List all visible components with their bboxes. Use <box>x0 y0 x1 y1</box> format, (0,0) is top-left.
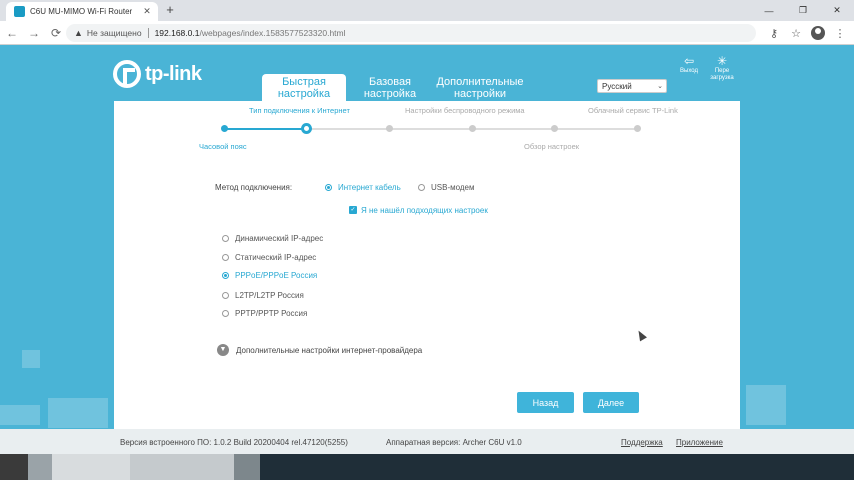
tab-advanced[interactable]: Дополнительные настройки <box>432 74 528 101</box>
taskbar-segment <box>234 454 260 480</box>
url-path: /webpages/index.1583577523320.html <box>199 28 346 38</box>
taskbar-segment <box>28 454 52 480</box>
step-label-cloud: Облачный сервис TP-Link <box>588 106 678 115</box>
connection-method-label: Метод подключения: <box>215 183 293 192</box>
step-dot <box>386 125 393 132</box>
app-link[interactable]: Приложение <box>676 438 723 447</box>
option-l2tp[interactable]: L2TP/L2TP Россия <box>235 291 304 300</box>
taskbar <box>0 454 854 480</box>
address-bar[interactable]: ▲ Не защищено 192.168.0.1/webpages/index… <box>66 24 756 42</box>
expand-advanced-icon[interactable]: ▼ <box>217 344 229 356</box>
logo-text: tp-link <box>145 62 202 85</box>
star-icon[interactable]: ☆ <box>788 24 804 42</box>
no-settings-label[interactable]: Я не нашёл подходящих настроек <box>361 206 488 215</box>
browser-tab[interactable]: C6U MU-MIMO Wi-Fi Router ✕ <box>6 2 158 21</box>
logout-label: Выход <box>680 68 698 74</box>
step-label-timezone: Часовой пояс <box>199 142 247 151</box>
step-dot <box>551 125 558 132</box>
option-usb-modem[interactable]: USB-модем <box>431 183 475 192</box>
tplink-favicon-icon <box>14 6 25 17</box>
step-dot-timezone[interactable] <box>221 125 228 132</box>
tplink-logo-icon <box>113 60 141 88</box>
option-dynamic-ip[interactable]: Динамический IP-адрес <box>235 234 323 243</box>
window-controls: — ❐ ✕ <box>752 0 854 21</box>
hardware-version: Аппаратная версия: Archer C6U v1.0 <box>386 438 522 447</box>
tab-basic[interactable]: Базовая настройка <box>352 74 428 101</box>
url-host: 192.168.0.1 <box>154 28 200 38</box>
next-button[interactable]: Далее <box>583 392 639 413</box>
profile-avatar[interactable] <box>810 24 826 42</box>
minimize-button[interactable]: — <box>752 0 786 21</box>
step-label-summary: Обзор настроек <box>524 142 580 151</box>
address-divider <box>147 28 149 38</box>
key-icon[interactable]: ⚷ <box>766 24 782 42</box>
close-tab-icon[interactable]: ✕ <box>140 6 154 17</box>
browser-tab-bar: C6U MU-MIMO Wi-Fi Router ✕ + — ❐ ✕ <box>0 0 854 21</box>
back-button[interactable]: Назад <box>517 392 574 413</box>
decor-square <box>22 350 40 368</box>
not-secure-label: Не защищено <box>86 28 142 38</box>
reboot-label: Пере загрузка <box>710 68 734 81</box>
step-dot-connection-type[interactable] <box>301 123 312 134</box>
tplink-logo: tp-link <box>113 60 202 88</box>
logout-button[interactable]: ⇦ Выход <box>674 55 704 75</box>
checkbox-no-settings[interactable]: ✓ <box>349 206 357 214</box>
reboot-button[interactable]: ✳ Пере загрузка <box>707 55 737 82</box>
reload-icon[interactable]: ⟳ <box>46 23 66 43</box>
restore-button[interactable]: ❐ <box>786 0 820 21</box>
router-footer: Версия встроенного ПО: 1.0.2 Build 20200… <box>0 429 854 454</box>
taskbar-segment <box>0 454 28 480</box>
decor-square <box>0 405 40 425</box>
avatar-icon <box>811 26 825 40</box>
chevron-down-icon: ⌄ <box>657 83 663 90</box>
tab-label: Базовая настройка <box>363 75 417 100</box>
tab-label: Дополнительные настройки <box>436 75 524 100</box>
radio-dynamic-ip[interactable] <box>222 235 229 242</box>
close-window-button[interactable]: ✕ <box>820 0 854 21</box>
reboot-icon: ✳ <box>716 54 728 68</box>
advanced-isp-settings-link[interactable]: Дополнительные настройки интернет-провай… <box>236 346 422 355</box>
warning-icon: ▲ <box>74 28 83 38</box>
support-link[interactable]: Поддержка <box>621 438 663 447</box>
forward-arrow-icon[interactable]: → <box>24 23 44 43</box>
option-internet-cable[interactable]: Интернет кабель <box>338 183 401 192</box>
step-label-connection-type: Тип подключения к Интернет <box>249 106 350 115</box>
taskbar-segment <box>52 454 130 480</box>
logout-icon: ⇦ <box>683 54 695 68</box>
browser-toolbar: ← → ⟳ ▲ Не защищено 192.168.0.1/webpages… <box>0 21 854 45</box>
tab-title: C6U MU-MIMO Wi-Fi Router <box>30 7 133 16</box>
firmware-version: Версия встроенного ПО: 1.0.2 Build 20200… <box>120 438 348 447</box>
step-label-wireless: Настройки беспроводного режима <box>405 106 525 115</box>
language-value: Русский <box>602 81 632 91</box>
radio-internet-cable[interactable] <box>325 184 332 191</box>
radio-l2tp[interactable] <box>222 292 229 299</box>
decor-square <box>48 398 108 428</box>
taskbar-segment <box>260 454 854 480</box>
tab-label: Быстрая настройка <box>277 75 331 100</box>
radio-usb-modem[interactable] <box>418 184 425 191</box>
new-tab-button[interactable]: + <box>162 2 178 18</box>
toolbar-actions: ⚷ ☆ ⋮ <box>766 24 848 42</box>
tab-quick-setup[interactable]: Быстрая настройка <box>262 74 346 101</box>
taskbar-segment <box>130 454 234 480</box>
option-pptp[interactable]: PPTP/PPTP Россия <box>235 309 307 318</box>
radio-static-ip[interactable] <box>222 254 229 261</box>
option-pppoe[interactable]: PPPoE/PPPoE Россия <box>235 271 317 280</box>
decor-square <box>746 385 786 425</box>
step-dot <box>469 125 476 132</box>
option-static-ip[interactable]: Статический IP-адрес <box>235 253 316 262</box>
menu-icon[interactable]: ⋮ <box>832 24 848 42</box>
back-arrow-icon[interactable]: ← <box>2 23 22 43</box>
progress-track-done <box>224 128 307 130</box>
step-dot <box>634 125 641 132</box>
radio-pppoe[interactable] <box>222 272 229 279</box>
radio-pptp[interactable] <box>222 310 229 317</box>
language-select[interactable]: Русский ⌄ <box>597 79 667 93</box>
